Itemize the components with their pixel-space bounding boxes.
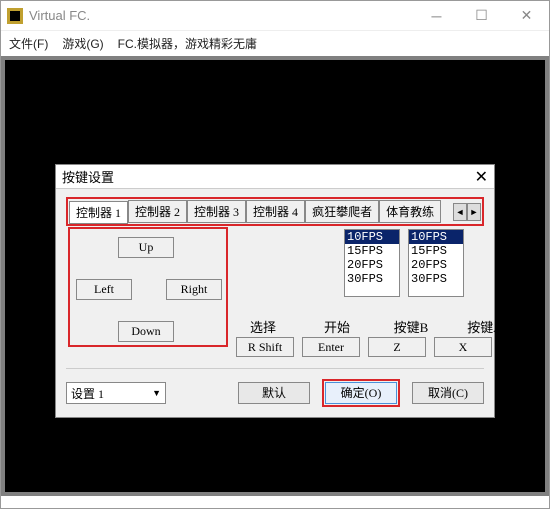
close-button[interactable]: ✕ <box>504 1 549 31</box>
key-up-button[interactable]: Up <box>118 237 174 258</box>
maximize-button[interactable]: ☐ <box>459 1 504 31</box>
tab-scroll-left-icon[interactable]: ◄ <box>453 203 467 221</box>
dialog-title: 按键设置 <box>62 167 114 186</box>
key-down-button[interactable]: Down <box>118 321 174 342</box>
content-area: 按键设置 ✕ 控制器 1 控制器 2 控制器 3 控制器 4 疯狂攀爬者 体育教… <box>1 56 549 496</box>
dialog-close-icon[interactable]: ✕ <box>475 167 488 187</box>
app-icon <box>7 8 23 24</box>
menubar: 文件(F) 游戏(G) FC.模拟器，游戏精彩无庸 <box>1 31 549 56</box>
ok-button[interactable]: 确定(O) <box>325 382 397 404</box>
tab-controller-1[interactable]: 控制器 1 <box>69 201 128 224</box>
fps-option[interactable]: 30FPS <box>409 272 463 286</box>
fps-option[interactable]: 15FPS <box>409 244 463 258</box>
label-button-b: 按键B <box>384 317 438 336</box>
tab-scroll: ◄ ► <box>453 203 481 221</box>
menu-extra[interactable]: FC.模拟器，游戏精彩无庸 <box>118 35 257 52</box>
fps-option[interactable]: 30FPS <box>345 272 399 286</box>
key-right-button[interactable]: Right <box>166 279 222 300</box>
menu-game[interactable]: 游戏(G) <box>62 35 103 52</box>
window-title: Virtual FC. <box>29 8 414 23</box>
dialog-buttons-row: 设置 1 ▼ 默认 确定(O) 取消(C) <box>66 368 484 407</box>
dialog-titlebar: 按键设置 ✕ <box>56 165 494 189</box>
key-a-button[interactable]: X <box>434 337 492 357</box>
preset-combo[interactable]: 设置 1 ▼ <box>66 382 166 404</box>
tab-scroll-right-icon[interactable]: ► <box>467 203 481 221</box>
preset-value: 设置 1 <box>71 385 104 402</box>
tab-controller-3[interactable]: 控制器 3 <box>187 200 246 223</box>
tab-controller-4[interactable]: 控制器 4 <box>246 200 305 223</box>
ok-button-highlight: 确定(O) <box>322 379 400 407</box>
key-select-button[interactable]: R Shift <box>236 337 294 357</box>
key-start-button[interactable]: Enter <box>302 337 360 357</box>
fps-option[interactable]: 10FPS <box>345 230 399 244</box>
label-button-a: 按键A <box>458 317 512 336</box>
fps-option[interactable]: 10FPS <box>409 230 463 244</box>
key-left-button[interactable]: Left <box>76 279 132 300</box>
minimize-button[interactable]: ─ <box>414 1 459 31</box>
tab-strip: 控制器 1 控制器 2 控制器 3 控制器 4 疯狂攀爬者 体育教练 ◄ ► <box>66 197 484 226</box>
fps-list-a[interactable]: 10FPS 15FPS 20FPS 30FPS <box>408 229 464 297</box>
key-labels-row: 选择 开始 按键B 按键A <box>236 317 512 336</box>
tab-controller-2[interactable]: 控制器 2 <box>128 200 187 223</box>
tab-sports-coach[interactable]: 体育教练 <box>379 200 441 223</box>
cancel-button[interactable]: 取消(C) <box>412 382 484 404</box>
key-b-button[interactable]: Z <box>368 337 426 357</box>
fps-option[interactable]: 15FPS <box>345 244 399 258</box>
key-values-row: R Shift Enter Z X <box>236 337 492 357</box>
fps-list-b[interactable]: 10FPS 15FPS 20FPS 30FPS <box>344 229 400 297</box>
fps-option[interactable]: 20FPS <box>409 258 463 272</box>
default-button[interactable]: 默认 <box>238 382 310 404</box>
key-settings-dialog: 按键设置 ✕ 控制器 1 控制器 2 控制器 3 控制器 4 疯狂攀爬者 体育教… <box>55 164 495 418</box>
label-select: 选择 <box>236 317 290 336</box>
dialog-body: 控制器 1 控制器 2 控制器 3 控制器 4 疯狂攀爬者 体育教练 ◄ ► U… <box>56 189 494 417</box>
fps-option[interactable]: 20FPS <box>345 258 399 272</box>
main-window: Virtual FC. ─ ☐ ✕ 文件(F) 游戏(G) FC.模拟器，游戏精… <box>0 0 550 509</box>
chevron-down-icon: ▼ <box>152 388 161 398</box>
dpad-area: Up Left Right Down <box>68 227 228 347</box>
titlebar: Virtual FC. ─ ☐ ✕ <box>1 1 549 31</box>
label-start: 开始 <box>310 317 364 336</box>
tab-crazy-climber[interactable]: 疯狂攀爬者 <box>305 200 379 223</box>
menu-file[interactable]: 文件(F) <box>9 35 48 52</box>
